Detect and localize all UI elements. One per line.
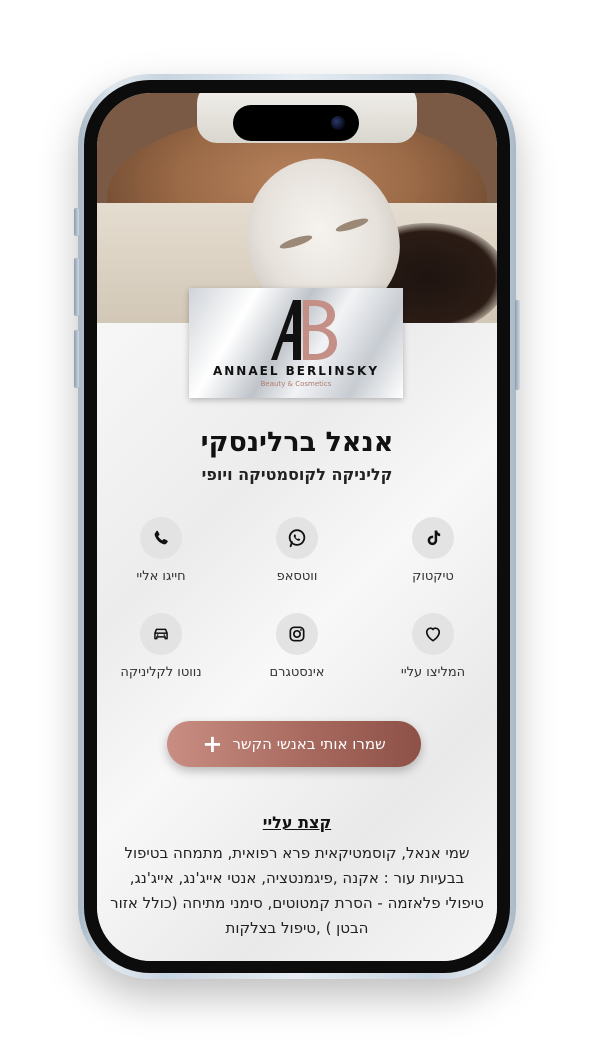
car-icon bbox=[140, 613, 182, 655]
action-label: ווטסאפ bbox=[276, 569, 318, 584]
save-contact-label: שמרו אותי באנשי הקשר bbox=[232, 735, 386, 753]
power-button bbox=[515, 300, 520, 390]
action-call[interactable]: חייגו אליי bbox=[101, 517, 221, 584]
instagram-icon bbox=[276, 613, 318, 655]
action-whatsapp[interactable]: ווטסאפ bbox=[237, 517, 357, 584]
action-label: אינסטגרם bbox=[269, 665, 325, 680]
logo-subtitle: Beauty & Cosmetics bbox=[260, 380, 332, 388]
brand-logo: ANNAEL BERLINSKY Beauty & Cosmetics bbox=[189, 288, 403, 398]
profile-content: אנאל ברלינסקי קליניקה לקוסמטיקה ויופי טי… bbox=[97, 323, 497, 961]
heart-icon bbox=[412, 613, 454, 655]
action-navigate[interactable]: נווטו לקליניקה bbox=[101, 613, 221, 680]
profile-name: אנאל ברלינסקי bbox=[200, 427, 394, 458]
volume-up-button bbox=[74, 258, 79, 316]
about-heading: קצת עליי bbox=[262, 813, 332, 832]
action-instagram[interactable]: אינסטגרם bbox=[237, 613, 357, 680]
action-label: המליצו עליי bbox=[400, 665, 466, 680]
camera-icon bbox=[331, 116, 345, 130]
phone-icon bbox=[140, 517, 182, 559]
volume-down-button bbox=[74, 330, 79, 388]
action-tiktok[interactable]: טיקטוק bbox=[373, 517, 493, 584]
logo-monogram-icon bbox=[271, 300, 337, 360]
save-contact-button[interactable]: שמרו אותי באנשי הקשר + bbox=[167, 721, 421, 767]
logo-wordmark: ANNAEL BERLINSKY bbox=[212, 364, 380, 378]
about-text: שמי אנאל, קוסמטיקאית פרא רפואית, מתמחה ב… bbox=[110, 844, 484, 937]
action-button bbox=[74, 208, 79, 236]
phone-screen: אנאל ברלינסקי קליניקה לקוסמטיקה ויופי טי… bbox=[97, 93, 497, 961]
action-label: טיקטוק bbox=[412, 569, 454, 584]
action-label: חייגו אליי bbox=[136, 569, 186, 584]
action-label: נווטו לקליניקה bbox=[120, 665, 202, 680]
tiktok-icon bbox=[412, 517, 454, 559]
whatsapp-icon bbox=[276, 517, 318, 559]
profile-tagline: קליניקה לקוסמטיקה ויופי bbox=[201, 465, 393, 484]
plus-icon: + bbox=[202, 730, 223, 758]
action-recommend[interactable]: המליצו עליי bbox=[373, 613, 493, 680]
dynamic-island bbox=[233, 105, 359, 141]
